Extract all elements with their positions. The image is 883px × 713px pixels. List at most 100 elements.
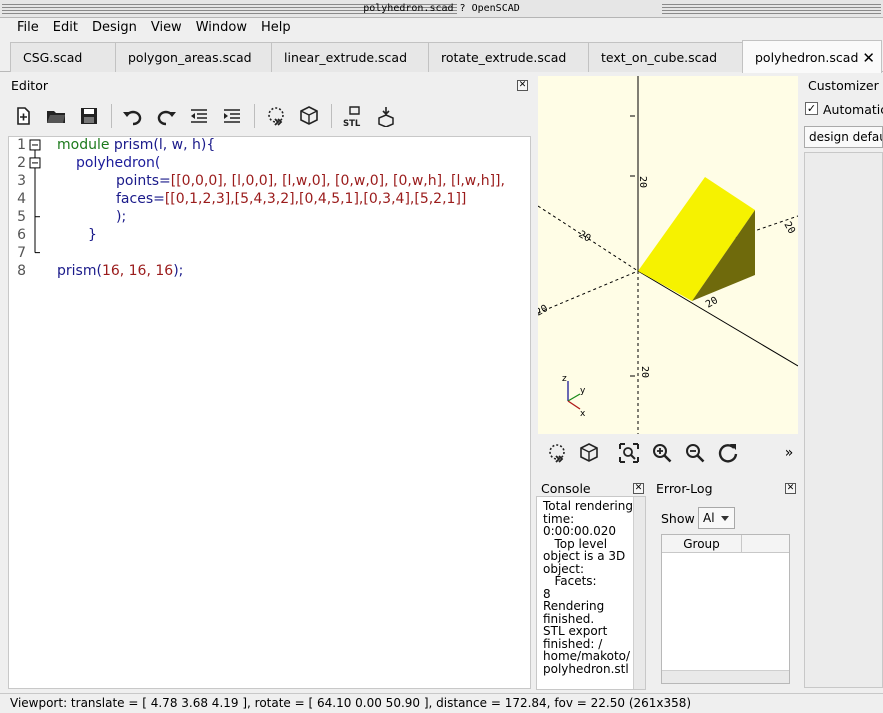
code-token: prism( [57, 263, 102, 279]
line-number: 4 [17, 191, 26, 207]
indent-icon[interactable] [219, 103, 245, 129]
tab-label: polygon_areas.scad [128, 50, 252, 65]
code-line-2: polyhedron( [76, 155, 160, 171]
tab-csg[interactable]: CSG.scad [10, 42, 116, 72]
chevron-down-icon [721, 516, 729, 521]
menu-file[interactable]: File [10, 18, 46, 38]
file-tab-bar: CSG.scad polygon_areas.scad linear_extru… [0, 40, 883, 73]
menu-design[interactable]: Design [85, 18, 144, 38]
code-editor[interactable]: 1 2 3 4 5 6 7 8 module prism(l, w, h){ p… [8, 136, 531, 689]
preset-select[interactable]: design defaul [804, 126, 883, 148]
code-token: ); [173, 263, 184, 279]
tab-linear-extrude[interactable]: linear_extrude.scad [271, 42, 429, 72]
automatic-label: Automatic [823, 102, 883, 117]
error-log-close-icon[interactable]: ✕ [785, 483, 796, 494]
menu-bar: File Edit Design View Window Help [0, 18, 883, 38]
zoom-out-icon[interactable] [682, 440, 708, 466]
reset-view-icon[interactable] [715, 440, 741, 466]
code-token: ); [116, 209, 127, 225]
render-icon[interactable] [296, 103, 322, 129]
editor-label: Editor [11, 78, 48, 93]
unindent-icon[interactable] [186, 103, 212, 129]
axis-tick-label: 20 [639, 366, 650, 378]
console-scrollbar[interactable] [633, 497, 645, 689]
open-icon[interactable] [43, 103, 69, 129]
line-number: 1 [17, 137, 26, 153]
error-log-label: Error-Log [656, 481, 713, 496]
send-to-print-icon[interactable] [373, 103, 399, 129]
stl-text: STL [343, 119, 361, 127]
error-log-header: Group [662, 535, 789, 553]
gizmo-y-label: y [580, 386, 586, 396]
menu-help[interactable]: Help [254, 18, 298, 38]
tab-label: linear_extrude.scad [284, 50, 408, 65]
toolbar-separator [254, 104, 255, 128]
gizmo-z-label: z [562, 374, 567, 384]
axis-tick-label: 20 [637, 176, 648, 188]
console-line: Rendering [543, 599, 605, 613]
code-token: l, w, h [158, 137, 201, 153]
console-text: Total rendering time: 0:00:00.020 Top leve… [543, 500, 633, 675]
error-log-hscrollbar[interactable] [662, 670, 789, 683]
axis-gizmo: z y x [562, 374, 586, 419]
title-bar: polyhedron.scad ? OpenSCAD [0, 0, 883, 18]
save-icon[interactable] [76, 103, 102, 129]
gizmo-x-label: x [580, 409, 586, 419]
code-token: 16, 16, 16 [101, 263, 174, 279]
customizer-body [804, 152, 883, 688]
console-line: 0:00:00.020 [543, 524, 616, 538]
overflow-icon[interactable]: » [776, 440, 802, 466]
code-line-3: points=[[0,0,0], [l,0,0], [l,w,0], [0,w,… [116, 173, 505, 189]
console-close-icon[interactable]: ✕ [633, 483, 644, 494]
tab-label: rotate_extrude.scad [441, 50, 567, 65]
tab-text-on-cube[interactable]: text_on_cube.scad [588, 42, 743, 72]
tab-label: CSG.scad [23, 50, 83, 65]
export-stl-icon[interactable]: STL [340, 103, 366, 129]
code-token: [[0,1,2,3],[5,4,3,2],[0,4,5,1],[0,3,4],[… [164, 191, 467, 207]
code-line-4: faces=[[0,1,2,3],[5,4,3,2],[0,4,5,1],[0,… [116, 191, 466, 207]
close-tab-icon[interactable]: ✕ [862, 49, 875, 67]
line-number: 3 [17, 173, 26, 189]
code-token: ){ [200, 137, 216, 153]
render-icon[interactable] [576, 440, 602, 466]
view-all-icon[interactable] [616, 440, 642, 466]
toolbar-separator [331, 104, 332, 128]
viewport-canvas: 20 20 20 20 20 20 z y x [538, 76, 798, 434]
title-grip-right [662, 0, 881, 18]
status-bar: Viewport: translate = [ 4.78 3.68 4.19 ]… [0, 693, 883, 713]
console-line: STL export [543, 624, 608, 638]
axis-tick-label: 20 [704, 295, 720, 311]
menu-window[interactable]: Window [189, 18, 254, 38]
show-filter-value: Al [703, 511, 715, 525]
axis-tick-label: 20 [781, 220, 797, 236]
console-line: home/makoto/ [543, 649, 631, 663]
menu-edit[interactable]: Edit [46, 18, 85, 38]
new-icon[interactable] [10, 103, 36, 129]
line-number: 8 [17, 263, 26, 279]
preview-icon[interactable] [544, 440, 570, 466]
tab-label: text_on_cube.scad [601, 50, 718, 65]
zoom-in-icon[interactable] [649, 440, 675, 466]
code-token: prism( [109, 137, 159, 153]
error-log-table[interactable]: Group [661, 534, 790, 684]
tab-polygon-areas[interactable]: polygon_areas.scad [115, 42, 272, 72]
automatic-preview-checkbox[interactable]: ✓ [805, 102, 818, 115]
view-toolbar: » [538, 436, 800, 470]
console-output[interactable]: Total rendering time: 0:00:00.020 Top leve… [536, 496, 646, 690]
line-number: 2 [17, 155, 26, 171]
code-line-6: } [88, 227, 97, 243]
undo-icon[interactable] [120, 103, 146, 129]
tab-rotate-extrude[interactable]: rotate_extrude.scad [428, 42, 589, 72]
show-filter-select[interactable]: Al [698, 507, 735, 529]
column-group[interactable]: Group [662, 535, 742, 553]
line-number: 7 [17, 245, 26, 261]
console-label: Console [541, 481, 591, 496]
tab-polyhedron[interactable]: polyhedron.scad ✕ [742, 40, 882, 73]
code-token: faces= [116, 191, 165, 207]
preview-icon[interactable] [263, 103, 289, 129]
line-number: 6 [17, 227, 26, 243]
3d-viewport[interactable]: 20 20 20 20 20 20 z y x [538, 76, 798, 434]
editor-close-icon[interactable]: ✕ [517, 80, 528, 91]
menu-view[interactable]: View [144, 18, 189, 38]
redo-icon[interactable] [153, 103, 179, 129]
